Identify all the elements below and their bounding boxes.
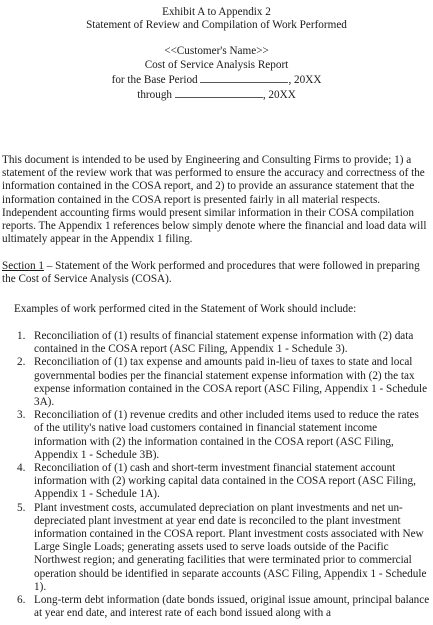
list-item: 2. Reconciliation of (1) tax expense and… (0, 356, 433, 409)
list-item-text: Long-term debt information (date bonds i… (34, 594, 430, 620)
through-label: through (137, 89, 173, 102)
customer-name-placeholder: <<Customer's Name>> (164, 45, 269, 58)
list-item: 5. Plant investment costs, accumulated d… (0, 502, 433, 594)
document-subtitle: Statement of Review and Compilation of W… (86, 19, 347, 32)
through-blank[interactable] (174, 87, 263, 99)
base-period-blank[interactable] (200, 72, 289, 83)
list-item-text: Reconciliation of (1) revenue credits an… (34, 409, 419, 461)
through-year: , 20XX (262, 89, 296, 102)
list-item: 3. Reconciliation of (1) revenue credits… (0, 409, 433, 462)
intro-paragraph: This document is intended to be used by … (2, 154, 427, 246)
base-period-label: for the Base Period (111, 73, 198, 86)
section-1-text: – Statement of the Work performed and pr… (2, 260, 420, 286)
list-item-number: 6. (17, 594, 26, 607)
examples-intro: Examples of work performed cited in the … (14, 303, 357, 315)
list-item-text: Reconciliation of (1) results of financi… (34, 330, 414, 356)
list-item-number: 5. (17, 501, 26, 514)
base-period-line: for the Base Period , 20XX (0, 72, 433, 87)
list-item: 1. Reconciliation of (1) results of fina… (0, 330, 433, 356)
report-title: Cost of Service Analysis Report (144, 58, 289, 71)
through-line: through , 20XX (0, 87, 433, 102)
work-performed-list: 1. Reconciliation of (1) results of fina… (0, 330, 433, 620)
list-item-text: Reconciliation of (1) cash and short-ter… (34, 462, 416, 501)
list-item-number: 1. (17, 330, 26, 342)
list-item: 6. Long-term debt information (date bond… (0, 594, 433, 620)
list-item-number: 4. (17, 462, 26, 475)
exhibit-title: Exhibit A to Appendix 2 (162, 6, 271, 18)
section-1-label: Section 1 (2, 260, 44, 272)
section-1-heading: Section 1 – Statement of the Work perfor… (2, 260, 430, 286)
base-period-year: , 20XX (288, 73, 322, 86)
list-item-number: 2. (17, 356, 26, 369)
document-header: Exhibit A to Appendix 2 Statement of Rev… (0, 6, 433, 102)
list-item-text: Reconciliation of (1) tax expense and am… (34, 356, 428, 409)
document-page: Exhibit A to Appendix 2 Statement of Rev… (0, 0, 433, 625)
list-item: 4. Reconciliation of (1) cash and short-… (0, 462, 433, 502)
list-item-text: Plant investment costs, accumulated depr… (34, 501, 427, 593)
list-item-number: 3. (17, 409, 26, 422)
